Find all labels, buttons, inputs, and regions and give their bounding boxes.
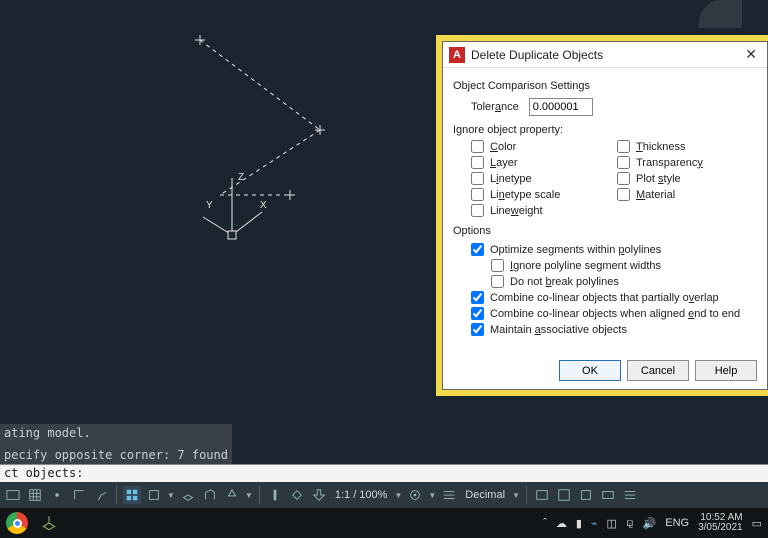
app-icon[interactable] [38, 512, 60, 534]
dialog-title: Delete Duplicate Objects [471, 48, 603, 62]
isolate-icon[interactable] [577, 486, 595, 504]
options-section-header: Options [453, 225, 757, 237]
model-paper-toggle[interactable] [4, 486, 22, 504]
ucs-z-label: Z [238, 172, 244, 183]
onedrive-icon[interactable]: ☁ [556, 517, 567, 530]
dyninput-dropdown[interactable]: ▼ [245, 491, 253, 500]
chk-combine-overlap[interactable]: Combine co-linear objects that partially… [471, 291, 757, 304]
tolerance-label: Tolerance [471, 101, 519, 113]
osnap-dropdown[interactable]: ▼ [167, 491, 175, 500]
chk-material[interactable]: Material [617, 188, 757, 201]
anno-scale[interactable]: 1:1 / 100% [332, 489, 391, 501]
dynucs-toggle[interactable] [201, 486, 219, 504]
command-history: ating model. pecify opposite corner: 7 f… [0, 424, 232, 465]
action-center-icon[interactable]: ▭ [752, 517, 762, 530]
system-tray: ˆ ☁ ▮ ⌁ ◫ ⚼ 🔊 ENG 10:52 AM 3/05/2021 ▭ [543, 513, 762, 534]
chk-color[interactable]: Color [471, 140, 611, 153]
compare-section-header: Object Comparison Settings [453, 80, 757, 92]
transparency-toggle[interactable] [288, 486, 306, 504]
delete-duplicate-dialog: A Delete Duplicate Objects ✕ Object Comp… [442, 41, 768, 390]
cmd-line-1: ating model. [4, 426, 228, 440]
lineweight-toggle[interactable] [266, 486, 284, 504]
autocad-logo-icon: A [449, 47, 465, 63]
snap-toggle[interactable] [48, 486, 66, 504]
chk-linetype[interactable]: Linetype [471, 172, 611, 185]
taskbar-date: 3/05/2021 [698, 523, 743, 534]
ignore-header: Ignore object property: [453, 124, 757, 136]
ortho-toggle[interactable] [70, 486, 88, 504]
ok-button[interactable]: OK [559, 360, 621, 381]
hardware-accel-icon[interactable] [555, 486, 573, 504]
segment-2 [220, 130, 320, 195]
dyninput-toggle[interactable] [223, 486, 241, 504]
isoplane-toggle[interactable] [123, 486, 141, 504]
segment-1 [200, 40, 320, 130]
dialog-highlight: A Delete Duplicate Objects ✕ Object Comp… [436, 35, 768, 396]
chk-linetypescale[interactable]: Linetype scale [471, 188, 611, 201]
chk-thickness[interactable]: Thickness [617, 140, 757, 153]
ucs-y-label: Y [206, 200, 213, 211]
cleanscreen-icon[interactable] [599, 486, 617, 504]
chrome-icon[interactable] [6, 512, 28, 534]
taskbar-clock[interactable]: 10:52 AM 3/05/2021 [698, 513, 743, 534]
ucs-x-label: X [260, 200, 267, 211]
drawing-vectors: X Y Z [0, 0, 430, 380]
osnap-toggle[interactable] [145, 486, 163, 504]
chk-combine-end[interactable]: Combine co-linear objects when aligned e… [471, 307, 757, 320]
language-indicator[interactable]: ENG [665, 517, 689, 529]
cycling-toggle[interactable] [310, 486, 328, 504]
tolerance-input[interactable] [529, 98, 593, 116]
polar-toggle[interactable] [92, 486, 110, 504]
chk-lineweight[interactable]: Lineweight [471, 204, 611, 217]
command-input[interactable]: ct objects: [0, 464, 768, 482]
chk-ignore-widths[interactable]: Ignore polyline segment widths [491, 259, 757, 272]
units-dropdown[interactable]: ▼ [512, 491, 520, 500]
tray-expand-icon[interactable]: ˆ [543, 517, 547, 529]
quickprops-icon[interactable] [533, 486, 551, 504]
workspace-icon[interactable] [440, 486, 458, 504]
bluetooth-icon[interactable]: ⌁ [591, 517, 598, 530]
chk-optimize-segments[interactable]: Optimize segments within polylines [471, 243, 757, 256]
customize-icon[interactable] [621, 486, 639, 504]
status-bar: ▼ ▼ 1:1 / 100% ▼ ▼ Decimal ▼ [0, 482, 768, 508]
grid-toggle[interactable] [26, 486, 44, 504]
close-button[interactable]: ✕ [741, 46, 761, 63]
cancel-button[interactable]: Cancel [627, 360, 689, 381]
help-button[interactable]: Help [695, 360, 757, 381]
dialog-titlebar[interactable]: A Delete Duplicate Objects ✕ [443, 42, 767, 68]
chk-maintain-assoc[interactable]: Maintain associative objects [471, 323, 757, 336]
anno-scale-dropdown[interactable]: ▼ [394, 491, 402, 500]
chk-no-break[interactable]: Do not break polylines [491, 275, 757, 288]
chk-layer[interactable]: Layer [471, 156, 611, 169]
battery-icon[interactable]: ▮ [576, 517, 582, 530]
annomonitor-icon[interactable] [406, 486, 424, 504]
units-display[interactable]: Decimal [462, 489, 508, 501]
chk-plotstyle[interactable]: Plot style [617, 172, 757, 185]
view-cube[interactable] [698, 0, 742, 28]
cmd-line-2: pecify opposite corner: 7 found [4, 448, 228, 462]
chk-transparency[interactable]: Transparency [617, 156, 757, 169]
wifi-icon[interactable]: ⚼ [626, 517, 634, 530]
3dosnap-toggle[interactable] [179, 486, 197, 504]
sound-icon[interactable]: 🔊 [643, 517, 657, 530]
network-icon[interactable]: ◫ [607, 517, 617, 530]
windows-taskbar: ˆ ☁ ▮ ⌁ ◫ ⚼ 🔊 ENG 10:52 AM 3/05/2021 ▭ [0, 508, 768, 538]
